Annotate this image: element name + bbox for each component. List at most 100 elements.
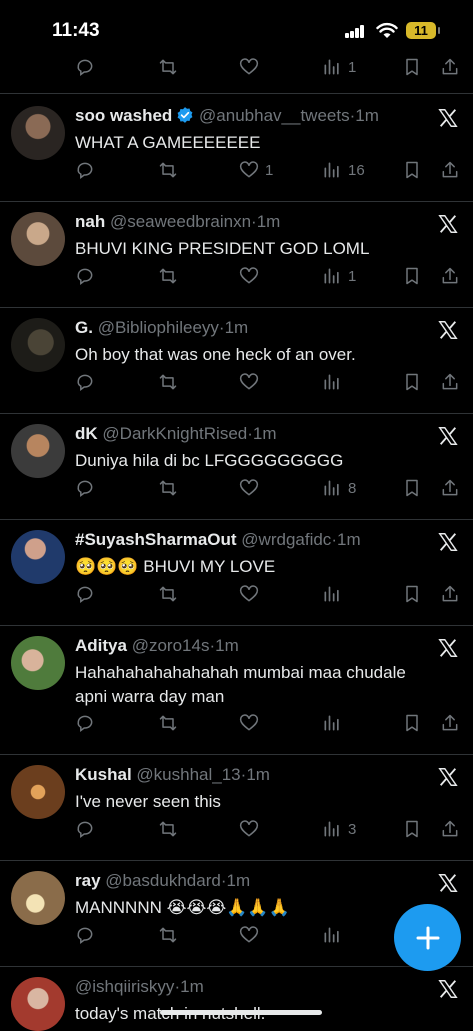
x-source-button[interactable] bbox=[437, 872, 459, 894]
x-source-button[interactable] bbox=[437, 637, 459, 659]
tweet-time: 1m bbox=[224, 318, 249, 337]
display-name[interactable]: #SuyashSharmaOut bbox=[75, 530, 237, 549]
display-name[interactable]: G. bbox=[75, 318, 93, 337]
avatar[interactable] bbox=[11, 424, 65, 478]
like-button[interactable] bbox=[239, 579, 265, 609]
tweet[interactable]: Kushal @kushhal_13·1m I've never seen thi… bbox=[0, 755, 473, 861]
avatar[interactable] bbox=[11, 871, 65, 925]
tweet[interactable]: nah @seaweedbrainxn·1m BHUVI KING PRESIDE… bbox=[0, 202, 473, 308]
user-handle[interactable]: @DarkKnightRised bbox=[102, 424, 247, 443]
user-handle[interactable]: @ishqiiriskyy bbox=[75, 977, 174, 996]
x-logo-icon bbox=[438, 215, 458, 233]
cellular-signal-icon bbox=[345, 25, 364, 38]
avatar[interactable] bbox=[11, 318, 65, 372]
tweet[interactable]: #SuyashSharmaOut @wrdgafidc·1m 🥺🥺🥺 BHUVI … bbox=[0, 520, 473, 626]
reply-button[interactable] bbox=[75, 367, 95, 397]
avatar[interactable] bbox=[11, 530, 65, 584]
views-button[interactable] bbox=[322, 579, 348, 609]
x-source-button[interactable] bbox=[437, 425, 459, 447]
views-button[interactable] bbox=[322, 708, 348, 738]
retweet-button[interactable] bbox=[158, 579, 178, 609]
user-handle[interactable]: @kushhal_13 bbox=[136, 765, 240, 784]
reply-button[interactable] bbox=[75, 579, 95, 609]
like-button[interactable] bbox=[239, 814, 265, 844]
like-button[interactable]: 1 bbox=[239, 155, 273, 185]
x-source-button[interactable] bbox=[437, 319, 459, 341]
views-button[interactable]: 1 bbox=[322, 261, 356, 291]
tweet[interactable]: soo washed @anubhav__tweets·1m WHAT A GAM… bbox=[0, 96, 473, 202]
share-button[interactable] bbox=[440, 814, 460, 844]
bookmark-button[interactable] bbox=[402, 367, 422, 397]
tweet-actions: 1 bbox=[0, 261, 473, 291]
user-handle[interactable]: @basdukhdard bbox=[105, 871, 221, 890]
views-button[interactable]: 16 bbox=[322, 155, 365, 185]
tweet[interactable]: G. @Bibliophileeyy·1m Oh boy that was one… bbox=[0, 308, 473, 414]
views-button[interactable]: 8 bbox=[322, 473, 356, 503]
like-button[interactable] bbox=[239, 367, 265, 397]
retweet-button[interactable] bbox=[158, 708, 178, 738]
like-button[interactable] bbox=[239, 473, 265, 503]
retweet-button[interactable] bbox=[158, 155, 178, 185]
tweet[interactable]: Aditya @zoro14s·1m Hahahahahahahahah mumb… bbox=[0, 626, 473, 755]
user-handle[interactable]: @anubhav__tweets bbox=[199, 106, 350, 125]
user-handle[interactable]: @Bibliophileeyy bbox=[98, 318, 219, 337]
avatar[interactable] bbox=[11, 212, 65, 266]
views-icon bbox=[324, 715, 339, 731]
bookmark-button[interactable] bbox=[402, 579, 422, 609]
reply-button[interactable] bbox=[75, 155, 95, 185]
bookmark-button[interactable] bbox=[402, 155, 422, 185]
share-button[interactable] bbox=[440, 708, 460, 738]
user-handle[interactable]: @wrdgafidc bbox=[241, 530, 331, 549]
like-button[interactable] bbox=[239, 920, 265, 950]
avatar[interactable] bbox=[11, 977, 65, 1031]
display-name[interactable]: soo washed bbox=[75, 106, 172, 125]
reply-button[interactable] bbox=[75, 920, 95, 950]
views-button[interactable]: 3 bbox=[322, 814, 356, 844]
bookmark-button[interactable] bbox=[402, 708, 422, 738]
user-handle[interactable]: @zoro14s bbox=[132, 636, 210, 655]
views-button[interactable] bbox=[322, 920, 348, 950]
display-name[interactable]: Kushal bbox=[75, 765, 132, 784]
views-button[interactable] bbox=[322, 367, 348, 397]
x-source-button[interactable] bbox=[437, 107, 459, 129]
reply-button[interactable] bbox=[75, 708, 95, 738]
retweet-button[interactable] bbox=[158, 261, 178, 291]
share-button[interactable] bbox=[440, 261, 460, 291]
bookmark-button[interactable] bbox=[402, 473, 422, 503]
share-button[interactable] bbox=[440, 473, 460, 503]
avatar[interactable] bbox=[11, 765, 65, 819]
user-handle[interactable]: @seaweedbrainxn bbox=[110, 212, 251, 231]
share-button[interactable] bbox=[440, 367, 460, 397]
reply-button[interactable] bbox=[75, 261, 95, 291]
display-name[interactable]: ray bbox=[75, 871, 101, 890]
share-button[interactable] bbox=[440, 155, 460, 185]
bookmark-button[interactable] bbox=[402, 261, 422, 291]
display-name[interactable]: Aditya bbox=[75, 636, 127, 655]
retweet-button[interactable] bbox=[158, 920, 178, 950]
tweet[interactable]: dK @DarkKnightRised·1m Duniya hila di bc … bbox=[0, 414, 473, 520]
x-source-button[interactable] bbox=[437, 978, 459, 1000]
like-button[interactable] bbox=[239, 261, 265, 291]
compose-tweet-button[interactable] bbox=[394, 904, 461, 971]
retweet-button[interactable] bbox=[158, 814, 178, 844]
like-button[interactable] bbox=[239, 708, 265, 738]
share-icon bbox=[442, 714, 458, 731]
x-logo-icon bbox=[438, 109, 458, 127]
reply-button[interactable] bbox=[75, 473, 95, 503]
avatar[interactable] bbox=[11, 636, 65, 690]
x-source-button[interactable] bbox=[437, 213, 459, 235]
x-source-button[interactable] bbox=[437, 531, 459, 553]
wifi-icon bbox=[376, 22, 398, 38]
share-button[interactable] bbox=[440, 579, 460, 609]
reply-button[interactable] bbox=[75, 814, 95, 844]
retweet-button[interactable] bbox=[158, 473, 178, 503]
x-source-button[interactable] bbox=[437, 766, 459, 788]
bookmark-button[interactable] bbox=[402, 814, 422, 844]
display-name[interactable]: nah bbox=[75, 212, 105, 231]
display-name[interactable]: dK bbox=[75, 424, 98, 443]
avatar[interactable] bbox=[11, 106, 65, 160]
views-count: 16 bbox=[348, 161, 365, 179]
retweet-icon bbox=[159, 162, 177, 178]
retweet-button[interactable] bbox=[158, 367, 178, 397]
tweet[interactable]: @ishqiiriskyy·1mtoday's match in nutshel… bbox=[0, 967, 473, 1031]
